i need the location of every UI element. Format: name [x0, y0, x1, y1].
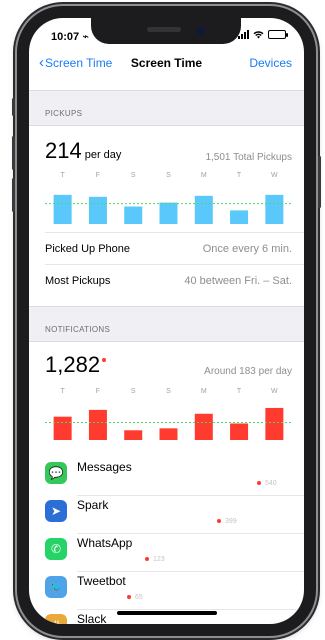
navigation-bar: ‹ Screen Time Screen Time Devices [29, 50, 304, 78]
app-count-value: 123 [153, 556, 165, 563]
most-pickups-value: 40 between Fri. – Sat. [184, 275, 292, 287]
notifications-chart-bar [159, 428, 178, 440]
spark-icon: ➤ [45, 500, 67, 522]
app-name: Messages [77, 460, 132, 474]
notifications-chart-day-label: T [60, 388, 65, 395]
pickups-chart-bar [88, 196, 107, 224]
pickups-chart-bar [53, 194, 72, 224]
pickups-value: 214 [45, 138, 82, 163]
app-name: WhatsApp [77, 536, 133, 550]
app-row-spark[interactable]: ➤ Spark 399 [29, 496, 304, 534]
notifications-chart-day-label: S [166, 388, 171, 395]
slack-icon: # [45, 614, 67, 624]
devices-button[interactable]: Devices [249, 56, 292, 70]
count-dot-icon [127, 595, 131, 600]
notifications-chart-bar [88, 409, 107, 440]
notifications-chart-day-label: W [271, 388, 278, 395]
picked-up-phone-value: Once every 6 min. [202, 243, 292, 255]
pickups-unit: per day [84, 149, 122, 161]
app-name: Spark [77, 498, 109, 512]
power-button [318, 156, 321, 208]
pickups-total: 1,501 Total Pickups [205, 152, 292, 163]
phone-frame: 10:07 ⌁ ‹ Screen Time Screen Time Device… [12, 6, 321, 636]
volume-down-button [12, 178, 15, 212]
app-row-whatsapp[interactable]: ✆ WhatsApp 123 [29, 534, 304, 572]
most-pickups-row: Most Pickups 40 between Fri. – Sat. [45, 264, 304, 296]
count-dot-icon [257, 481, 261, 486]
pickups-chart-day-label: W [271, 172, 278, 179]
pickups-chart-day-label: S [166, 172, 171, 179]
app-notification-count: 65 [127, 594, 143, 601]
app-name: Slack [77, 612, 107, 624]
app-notification-count: 399 [217, 518, 237, 525]
notifications-chart-day-label: T [236, 388, 242, 395]
whatsapp-icon: ✆ [45, 538, 67, 560]
picked-up-phone-label: Picked Up Phone [45, 243, 130, 255]
count-dot-icon [145, 557, 149, 562]
app-count-value: 540 [265, 480, 277, 487]
pickups-chart-day-label: T [236, 172, 242, 179]
screen: 10:07 ⌁ ‹ Screen Time Screen Time Device… [29, 18, 304, 624]
battery-icon [268, 30, 288, 39]
volume-up-button [12, 136, 15, 170]
status-time: 10:07 ⌁ [51, 31, 89, 43]
pickups-chart-day-label: S [130, 172, 136, 179]
notifications-per-day: Around 183 per day [204, 366, 292, 377]
notifications-chart-bar [53, 416, 72, 440]
count-dot-icon [217, 519, 221, 524]
notifications-chart[interactable]: TFSSMTW [45, 388, 292, 440]
most-pickups-label: Most Pickups [45, 275, 111, 287]
pickups-chart-bar [194, 195, 213, 224]
notification-dot-icon [102, 358, 107, 362]
app-name: Tweetbot [77, 574, 126, 588]
notifications-summary[interactable]: 1,282 Around 183 per day [45, 352, 292, 382]
front-camera [197, 27, 205, 35]
notifications-chart-day-label: F [95, 388, 101, 395]
app-count-value: 399 [225, 518, 237, 525]
notifications-value: 1,282 [45, 352, 101, 377]
notifications-chart-day-label: M [200, 388, 207, 395]
pickups-chart-bar [265, 194, 284, 224]
pickups-chart-svg [45, 194, 292, 224]
picked-up-phone-row: Picked Up Phone Once every 6 min. [45, 232, 304, 264]
pickups-chart-bar [124, 206, 143, 224]
home-indicator[interactable] [117, 611, 217, 615]
notifications-chart-day-label: S [130, 388, 136, 395]
notifications-chart-svg [45, 407, 292, 440]
wifi-icon [253, 31, 264, 39]
app-count-value: 65 [135, 594, 143, 601]
app-row-tweetbot[interactable]: 🐦 Tweetbot 65 [29, 572, 304, 610]
pickups-chart-bar [159, 202, 178, 224]
mute-switch [12, 98, 15, 116]
pickups-chart[interactable]: TFSSMTW [45, 172, 292, 224]
app-row-messages[interactable]: 💬 Messages 540 [29, 458, 304, 496]
tweetbot-icon: 🐦 [45, 576, 67, 598]
app-notification-count: 540 [257, 480, 277, 487]
notch [91, 18, 241, 44]
messages-icon: 💬 [45, 462, 67, 484]
app-notification-count: 123 [145, 556, 165, 563]
notifications-chart-bar [230, 423, 249, 440]
pickups-chart-day-label: T [60, 172, 65, 179]
pickups-chart-day-label: F [95, 172, 101, 179]
notifications-chart-bar [194, 413, 213, 440]
notifications-chart-bar [124, 430, 143, 440]
pickups-summary[interactable]: 214 per day 1,501 Total Pickups [45, 138, 292, 168]
speaker [147, 27, 181, 32]
notifications-chart-bar [265, 407, 284, 440]
pickups-chart-day-label: M [200, 172, 207, 179]
notifications-section-header: NOTIFICATIONS [29, 306, 304, 342]
pickups-chart-bar [230, 210, 249, 224]
status-icons [238, 30, 288, 39]
pickups-section-header: PICKUPS [29, 90, 304, 126]
